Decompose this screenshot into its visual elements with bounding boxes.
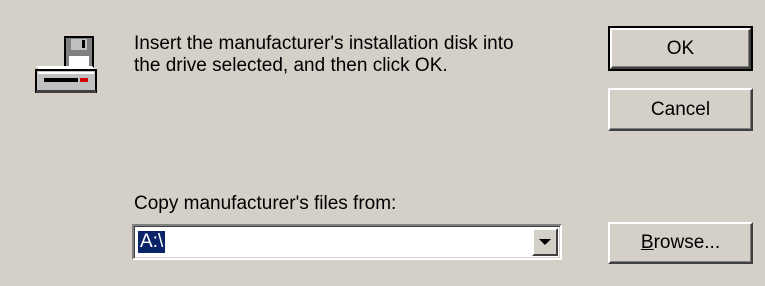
browse-button[interactable]: Browse... — [608, 222, 753, 264]
copy-from-label: Copy manufacturer's files from: — [134, 193, 397, 214]
floppy-drive-icon — [35, 36, 97, 93]
cancel-button-label: Cancel — [650, 98, 711, 120]
browse-mnemonic: B — [640, 232, 654, 253]
browse-label-rest: rowse... — [653, 232, 721, 253]
instruction-message: Insert the manufacturer's installation d… — [134, 33, 584, 77]
instruction-line-1: Insert the manufacturer's installation d… — [134, 33, 514, 54]
install-from-disk-dialog: Insert the manufacturer's installation d… — [0, 0, 765, 286]
copy-from-value[interactable]: A:\ — [138, 231, 166, 253]
ok-button-label: OK — [666, 37, 695, 59]
cancel-button[interactable]: Cancel — [608, 88, 753, 131]
instruction-line-2: the drive selected, and then click OK. — [134, 55, 448, 76]
copy-from-combobox[interactable]: A:\ — [132, 224, 562, 260]
dropdown-button[interactable] — [532, 228, 558, 256]
browse-button-label: Browse... — [641, 232, 720, 254]
chevron-down-icon — [539, 239, 551, 245]
ok-button[interactable]: OK — [608, 26, 753, 71]
